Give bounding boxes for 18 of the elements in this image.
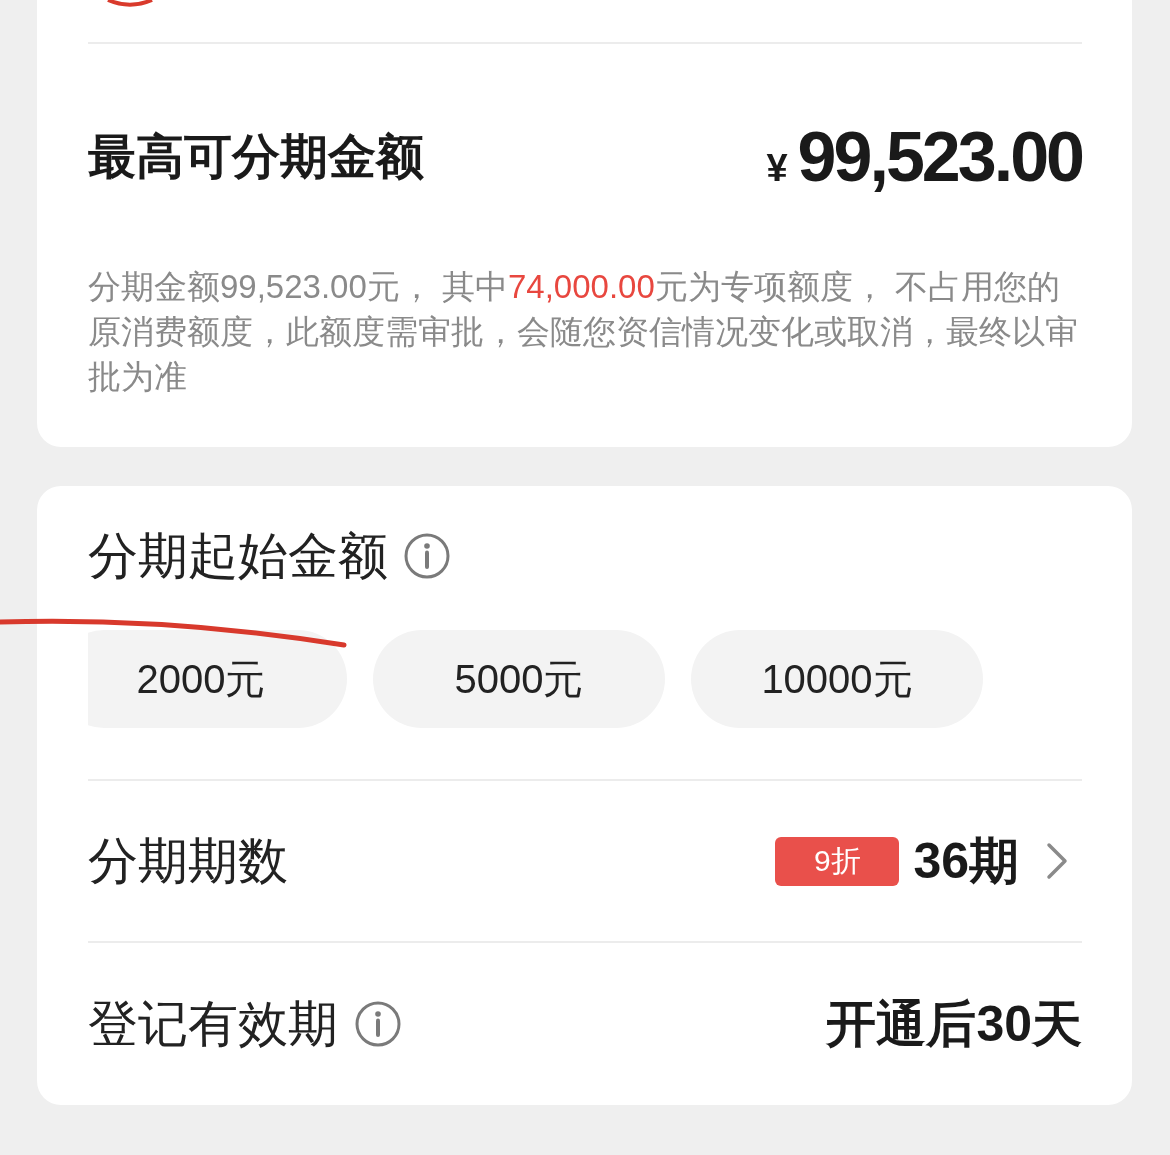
- info-icon[interactable]: [355, 1001, 401, 1047]
- limit-note: 分期金额99,523.00元， 其中74,000.00元为专项额度， 不占用您的原消费额度，此额度需审批，会随您资信情况变化或取消，最终以审批为准: [88, 267, 1079, 397]
- discount-badge: 9折: [775, 836, 900, 886]
- amount-option[interactable]: 10000元: [691, 630, 983, 728]
- term-selector[interactable]: 9折 36期: [775, 827, 1082, 895]
- info-icon[interactable]: [404, 533, 450, 579]
- limit-title: 最高可分期金额: [88, 129, 424, 185]
- term-value: 36期: [913, 831, 1019, 891]
- amount-option[interactable]: 5000元: [373, 630, 665, 728]
- validity-value: 开通后30天: [826, 994, 1082, 1054]
- ring-icon: [105, 0, 155, 7]
- section-title: 分期起始金额: [88, 526, 388, 586]
- currency-symbol: ¥: [766, 147, 788, 190]
- amount-option[interactable]: 2000元: [88, 630, 347, 728]
- validity-label: 登记有效期: [88, 994, 338, 1054]
- term-label: 分期期数: [88, 831, 288, 891]
- chevron-right-icon: [1046, 842, 1068, 880]
- limit-amount: 99,523.00: [797, 117, 1082, 197]
